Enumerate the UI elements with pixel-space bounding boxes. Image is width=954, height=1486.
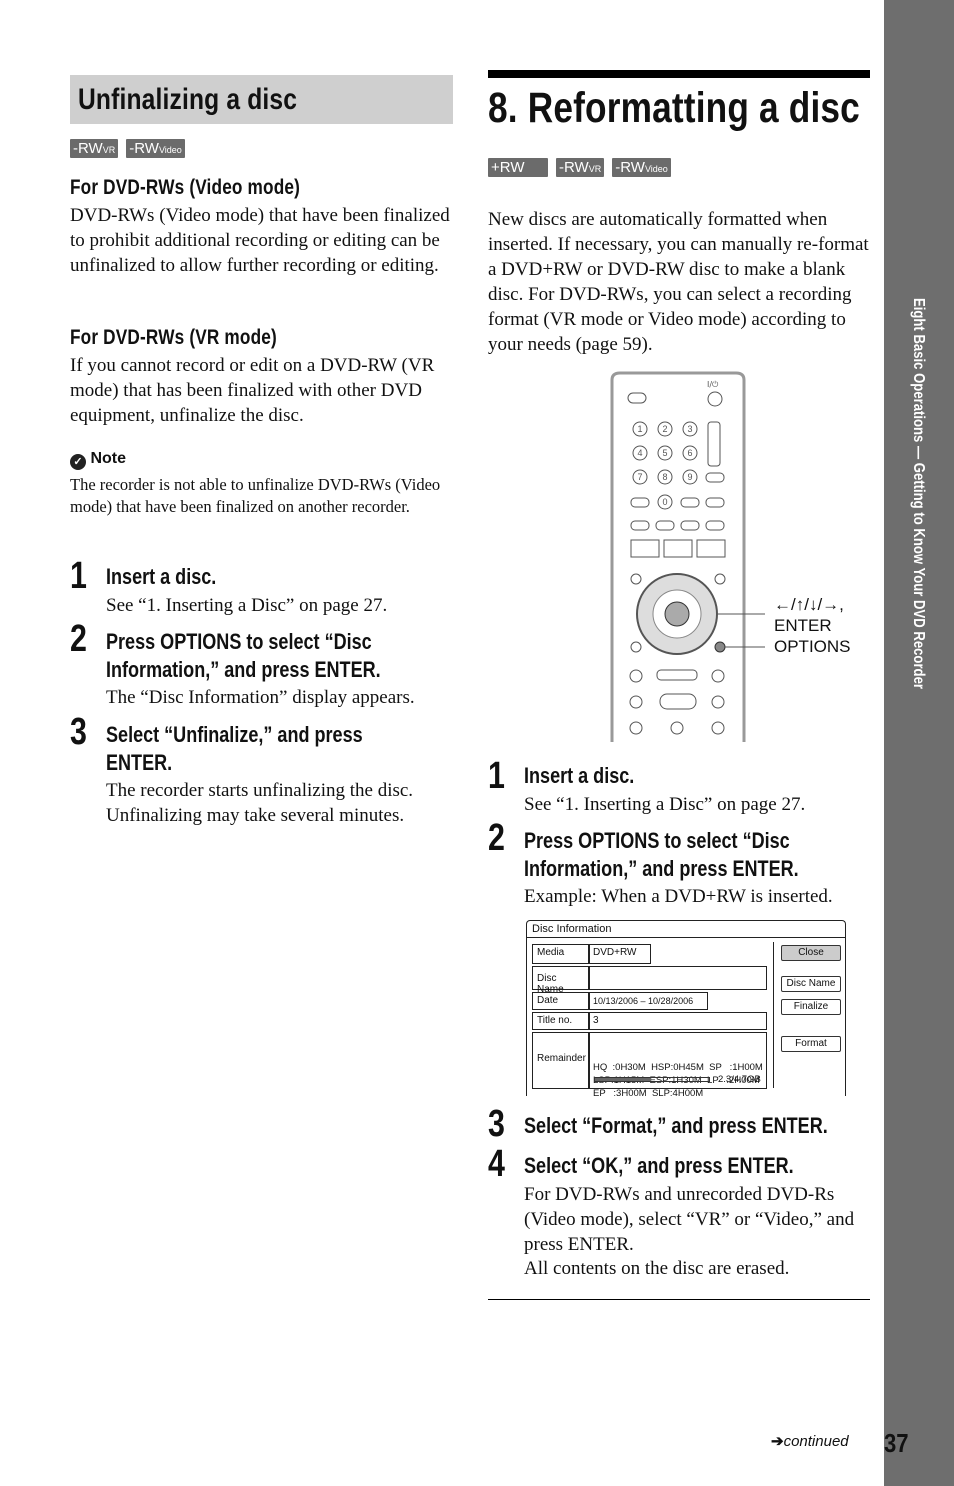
svg-text:0: 0: [662, 497, 667, 507]
svg-text:1: 1: [637, 424, 642, 434]
step-number: 4: [488, 1143, 505, 1185]
step-text: See “1. Inserting a Disc” on page 27.: [524, 794, 806, 815]
paragraph: If you cannot record or edit on a DVD-RW…: [70, 355, 435, 426]
note-heading: ✓ Note: [70, 450, 126, 470]
enter-button: [664, 601, 690, 627]
badge-rw-video: -RWVideo: [126, 139, 185, 158]
step-title: Select “Format,” and press ENTER.: [524, 1113, 828, 1138]
date-value: 10/13/2006 – 10/28/2006: [588, 992, 708, 1010]
step-text: All contents on the disc are erased.: [524, 1258, 790, 1279]
step-number: 2: [70, 618, 87, 660]
step-title: Press OPTIONS to select “Disc Information…: [524, 828, 799, 881]
paragraph: DVD-RWs (Video mode) that have been fina…: [70, 205, 450, 276]
power-label: I/⏻: [707, 380, 719, 389]
chapter-rule: [488, 70, 870, 78]
date-label: Date: [532, 992, 590, 1010]
badge-rw-video: -RWVideo: [612, 158, 671, 177]
remote-control-illustration: 1 2 3 4 5 6 7 8 9 0: [610, 371, 765, 742]
step-text: The recorder starts unfinalizing the dis…: [106, 780, 414, 826]
step-number: 3: [488, 1103, 505, 1145]
svg-text:7: 7: [637, 472, 642, 482]
close-button[interactable]: Close: [781, 945, 841, 961]
arrow-right-icon: ➔: [771, 1433, 784, 1450]
screen-title: Disc Information: [532, 923, 612, 935]
usage-text: 2.3/4.7GB: [718, 1074, 761, 1085]
step-number: 3: [70, 711, 87, 753]
disc-name-button[interactable]: Disc Name: [781, 976, 841, 992]
end-rule: [488, 1299, 870, 1300]
format-button[interactable]: Format: [781, 1036, 841, 1052]
power-button: [707, 391, 723, 407]
page-number: 37: [884, 1428, 909, 1458]
step-number: 1: [488, 755, 505, 797]
svg-text:5: 5: [662, 448, 667, 458]
disc-name-label: Disc Name: [532, 966, 590, 995]
section-title: Unfinalizing a disc: [78, 83, 298, 116]
subheading: For DVD-RWs (Video mode): [70, 176, 301, 199]
step-text: The “Disc Information” display appears.: [106, 687, 415, 708]
svg-text:6: 6: [687, 448, 692, 458]
note-text: The recorder is not able to unfinalize D…: [70, 475, 441, 516]
step-number: 1: [70, 555, 87, 597]
label-enter: ENTER: [774, 616, 832, 635]
step-title: Press OPTIONS to select “Disc Information…: [106, 629, 381, 682]
disc-name-value: [588, 966, 767, 990]
step-title: Insert a disc.: [106, 564, 217, 589]
step-title: Select “Unfinalize,” and press ENTER.: [106, 722, 363, 775]
remainder-label: Remainder: [532, 1032, 590, 1089]
title-no-label: Title no.: [532, 1012, 590, 1030]
step-title: Insert a disc.: [524, 763, 635, 788]
title-no-value: 3: [588, 1012, 767, 1030]
badge-plus-rw: +RW: [488, 158, 548, 177]
step-text: For DVD-RWs and unrecorded DVD-Rs (Video…: [524, 1184, 855, 1255]
subheading: For DVD-RWs (VR mode): [70, 326, 277, 349]
eject-icon: [627, 392, 647, 404]
svg-text:3: 3: [687, 424, 692, 434]
media-label: Media: [532, 944, 590, 964]
step-text: See “1. Inserting a Disc” on page 27.: [106, 595, 388, 616]
step-number: 2: [488, 817, 505, 859]
sidebar-tab: [884, 0, 954, 1486]
media-value: DVD+RW: [588, 944, 651, 964]
disc-information-screen: Disc Information Media DVD+RW Disc Name …: [526, 920, 874, 1099]
disc-badges: +RW -RWVR -RWVideo: [488, 158, 679, 177]
options-button: [714, 641, 726, 653]
chapter-title: 8. Reformatting a disc: [488, 84, 860, 132]
section-header: Unfinalizing a disc: [70, 75, 453, 124]
usage-bar: [594, 1077, 710, 1082]
svg-text:4: 4: [637, 448, 642, 458]
label-options: OPTIONS: [774, 637, 851, 656]
finalize-button[interactable]: Finalize: [781, 999, 841, 1015]
label-arrows: ←/↑/↓/→,: [774, 595, 844, 614]
disc-badges: -RWVR -RWVideo: [70, 139, 193, 158]
number-keys: [630, 421, 726, 558]
svg-text:9: 9: [687, 472, 692, 482]
step-title: Select “OK,” and press ENTER.: [524, 1153, 794, 1178]
note-label: Note: [90, 450, 127, 467]
svg-text:8: 8: [662, 472, 667, 482]
continued-note: ➔continued: [771, 1433, 849, 1450]
badge-rw-vr: -RWVR: [556, 158, 605, 177]
step-text: Example: When a DVD+RW is inserted.: [524, 886, 833, 907]
note-icon: ✓: [70, 454, 86, 470]
intro-paragraph: New discs are automatically formatted wh…: [488, 209, 869, 355]
badge-rw-vr: -RWVR: [70, 139, 119, 158]
manual-page: Unfinalizing a disc -RWVR -RWVideo For DV…: [0, 0, 954, 1486]
svg-text:2: 2: [662, 424, 667, 434]
sidebar-chapter-text: Eight Basic Operations — Getting to Know…: [910, 298, 927, 689]
